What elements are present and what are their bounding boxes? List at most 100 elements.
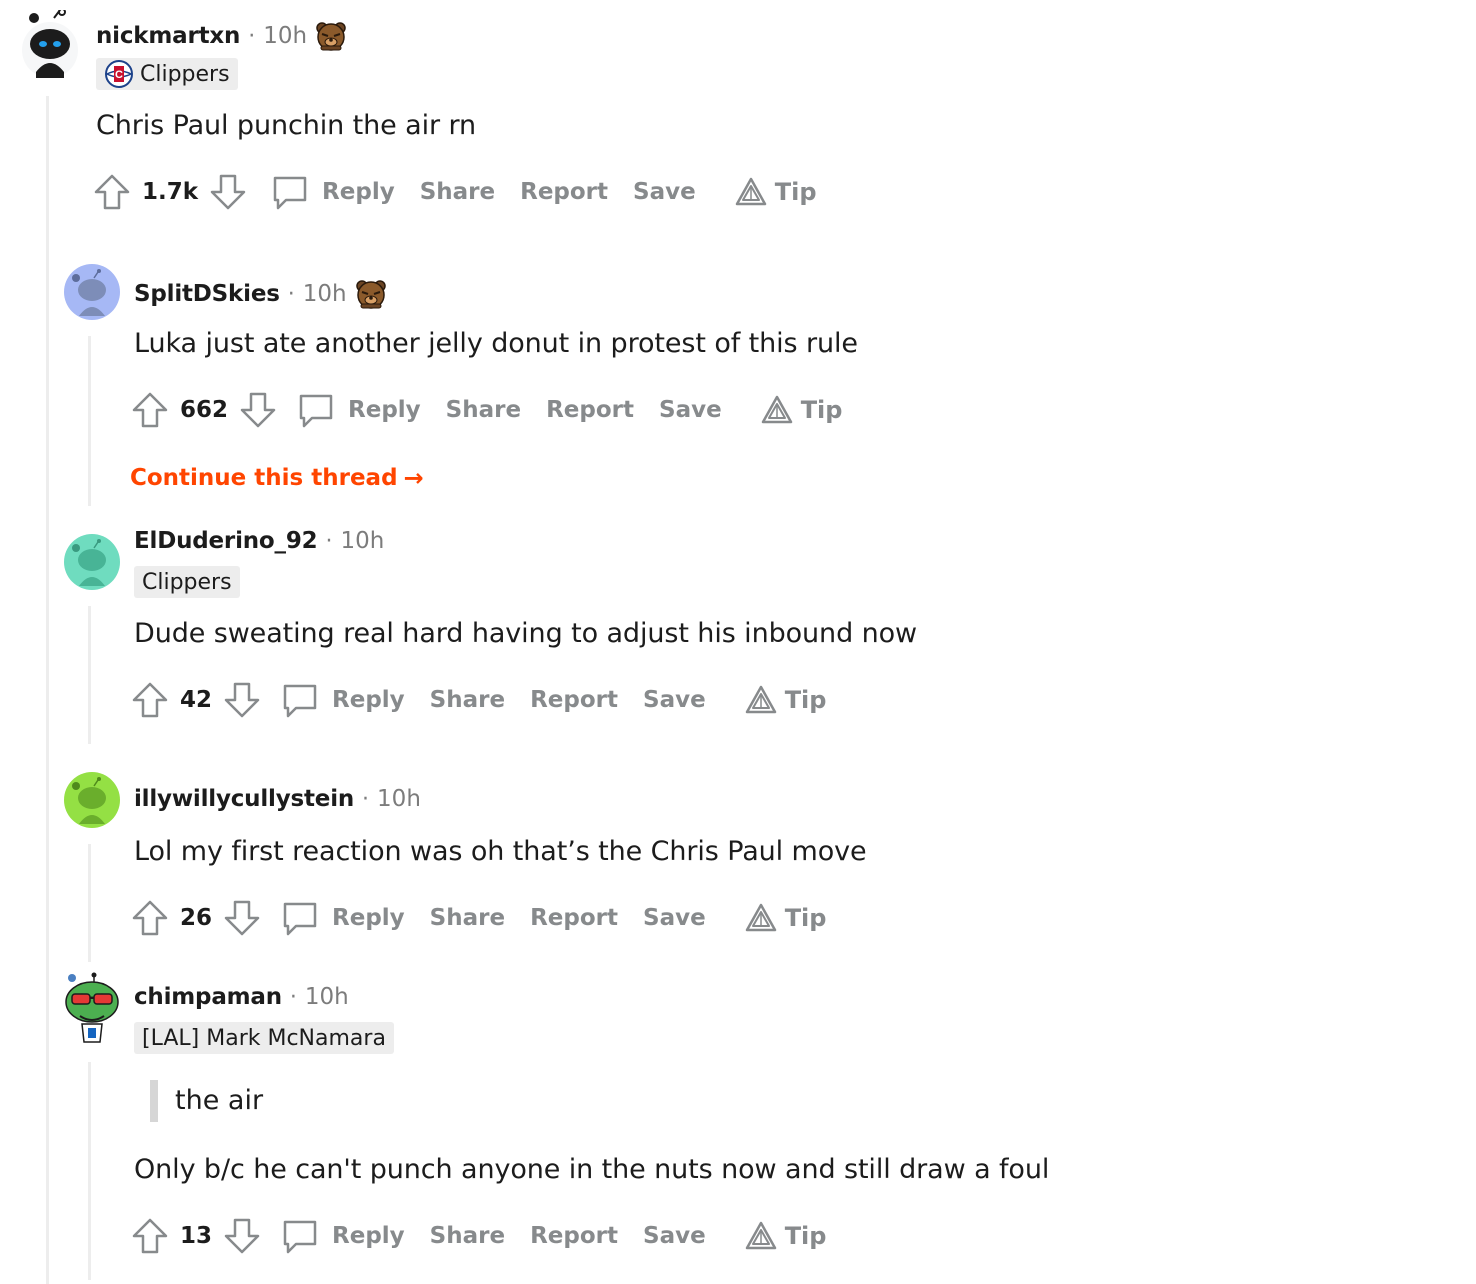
report-button[interactable]: Report bbox=[530, 1223, 618, 1249]
snoo-black-avatar[interactable] bbox=[22, 10, 78, 78]
arrow-right-icon: → bbox=[403, 464, 424, 492]
timestamp[interactable]: 10h bbox=[305, 984, 349, 1010]
tip-button[interactable]: Tip bbox=[745, 684, 827, 716]
username[interactable]: SplitDSkies bbox=[134, 281, 280, 307]
user-flair[interactable]: Clippers bbox=[134, 566, 240, 598]
reply-button[interactable]: Reply bbox=[280, 680, 405, 720]
comment-bubble-icon bbox=[283, 684, 317, 718]
separator-dot: · bbox=[248, 23, 256, 49]
reply-button[interactable]: Reply bbox=[270, 172, 395, 212]
reply-label: Reply bbox=[332, 905, 405, 931]
flair-text: Clippers bbox=[140, 61, 230, 87]
flair-text: Clippers bbox=[142, 569, 232, 595]
snoo-green-avatar[interactable] bbox=[64, 772, 120, 828]
vote-score: 26 bbox=[180, 905, 213, 931]
downvote-icon[interactable] bbox=[222, 1216, 262, 1256]
comment-body: Chris Paul punchin the air rn bbox=[96, 110, 477, 141]
separator-dot: · bbox=[325, 528, 333, 554]
separator-dot: · bbox=[287, 281, 295, 307]
vote-score: 42 bbox=[180, 687, 213, 713]
upvote-icon[interactable] bbox=[130, 898, 170, 938]
upvote-icon[interactable] bbox=[130, 390, 170, 430]
bear-award-icon[interactable] bbox=[315, 20, 347, 52]
continue-thread-label: Continue this thread bbox=[130, 465, 398, 491]
username[interactable]: nickmartxn bbox=[96, 23, 240, 49]
tip-triangle-icon bbox=[761, 395, 792, 424]
reply-label: Reply bbox=[348, 397, 421, 423]
share-button[interactable]: Share bbox=[420, 179, 495, 205]
comment-actions: 13 Reply Share Report Save Tip bbox=[130, 1216, 826, 1256]
share-button[interactable]: Share bbox=[430, 1223, 505, 1249]
report-button[interactable]: Report bbox=[546, 397, 634, 423]
timestamp[interactable]: 10h bbox=[340, 528, 384, 554]
thread-line-level-1[interactable] bbox=[46, 96, 49, 1284]
timestamp[interactable]: 10h bbox=[303, 281, 347, 307]
username[interactable]: chimpaman bbox=[134, 984, 282, 1010]
thread-line-level-2[interactable] bbox=[88, 606, 91, 744]
report-button[interactable]: Report bbox=[530, 905, 618, 931]
reply-button[interactable]: Reply bbox=[296, 390, 421, 430]
report-button[interactable]: Report bbox=[530, 687, 618, 713]
tip-label: Tip bbox=[784, 904, 827, 932]
continue-thread-link[interactable]: Continue this thread → bbox=[130, 464, 424, 492]
user-flair[interactable]: [LAL] Mark McNamara bbox=[134, 1022, 394, 1054]
timestamp[interactable]: 10h bbox=[263, 23, 307, 49]
vote-score: 1.7k bbox=[142, 179, 199, 205]
comment-body: Lol my first reaction was oh that’s the … bbox=[134, 836, 867, 867]
thread-line-level-2[interactable] bbox=[88, 336, 91, 506]
flair-text: [LAL] Mark McNamara bbox=[142, 1025, 386, 1051]
save-button[interactable]: Save bbox=[643, 905, 706, 931]
save-button[interactable]: Save bbox=[643, 1223, 706, 1249]
user-flair[interactable]: C Clippers bbox=[96, 58, 238, 90]
quoted-text: the air bbox=[150, 1080, 263, 1122]
comment-body: Only b/c he can't punch anyone in the nu… bbox=[134, 1154, 1050, 1185]
thread-line-level-2[interactable] bbox=[88, 844, 91, 962]
downvote-icon[interactable] bbox=[222, 680, 262, 720]
timestamp[interactable]: 10h bbox=[377, 786, 421, 812]
upvote-icon[interactable] bbox=[92, 172, 132, 212]
username[interactable]: ElDuderino_92 bbox=[134, 528, 318, 554]
downvote-icon[interactable] bbox=[222, 898, 262, 938]
comment-actions: 1.7k Reply Share Report Save Tip bbox=[92, 172, 817, 212]
report-button[interactable]: Report bbox=[520, 179, 608, 205]
comment-bubble-icon bbox=[283, 902, 317, 936]
tip-button[interactable]: Tip bbox=[745, 1220, 827, 1252]
svg-text:C: C bbox=[115, 69, 123, 81]
downvote-icon[interactable] bbox=[238, 390, 278, 430]
share-button[interactable]: Share bbox=[430, 905, 505, 931]
snoo-sunglasses-avatar[interactable] bbox=[64, 972, 120, 1043]
share-button[interactable]: Share bbox=[430, 687, 505, 713]
vote-score: 662 bbox=[180, 397, 229, 423]
tip-button[interactable]: Tip bbox=[735, 176, 817, 208]
save-button[interactable]: Save bbox=[633, 179, 696, 205]
reply-button[interactable]: Reply bbox=[280, 1216, 405, 1256]
tip-label: Tip bbox=[784, 1222, 827, 1250]
tip-triangle-icon bbox=[745, 1221, 776, 1250]
comment-actions: 662 Reply Share Report Save Tip bbox=[130, 390, 842, 430]
tip-label: Tip bbox=[784, 686, 827, 714]
save-button[interactable]: Save bbox=[659, 397, 722, 423]
comment-thread: nickmartxn · 10h C Clippers Chris Paul p… bbox=[0, 0, 1476, 1284]
username[interactable]: illywillycullystein bbox=[134, 786, 354, 812]
upvote-icon[interactable] bbox=[130, 1216, 170, 1256]
comment-bubble-icon bbox=[273, 176, 307, 210]
comment-actions: 26 Reply Share Report Save Tip bbox=[130, 898, 826, 938]
reply-label: Reply bbox=[332, 1223, 405, 1249]
upvote-icon[interactable] bbox=[130, 680, 170, 720]
reply-button[interactable]: Reply bbox=[280, 898, 405, 938]
share-button[interactable]: Share bbox=[446, 397, 521, 423]
snoo-teal-avatar[interactable] bbox=[64, 534, 120, 590]
separator-dot: · bbox=[289, 984, 297, 1010]
tip-button[interactable]: Tip bbox=[745, 902, 827, 934]
clippers-logo-icon: C bbox=[104, 59, 134, 89]
tip-label: Tip bbox=[800, 396, 843, 424]
thread-line-level-2[interactable] bbox=[88, 1062, 91, 1280]
separator-dot: · bbox=[362, 786, 370, 812]
save-button[interactable]: Save bbox=[643, 687, 706, 713]
tip-label: Tip bbox=[774, 178, 817, 206]
downvote-icon[interactable] bbox=[208, 172, 248, 212]
reply-label: Reply bbox=[322, 179, 395, 205]
bear-award-icon[interactable] bbox=[355, 278, 387, 310]
snoo-blue-avatar[interactable] bbox=[64, 264, 120, 320]
tip-button[interactable]: Tip bbox=[761, 394, 843, 426]
